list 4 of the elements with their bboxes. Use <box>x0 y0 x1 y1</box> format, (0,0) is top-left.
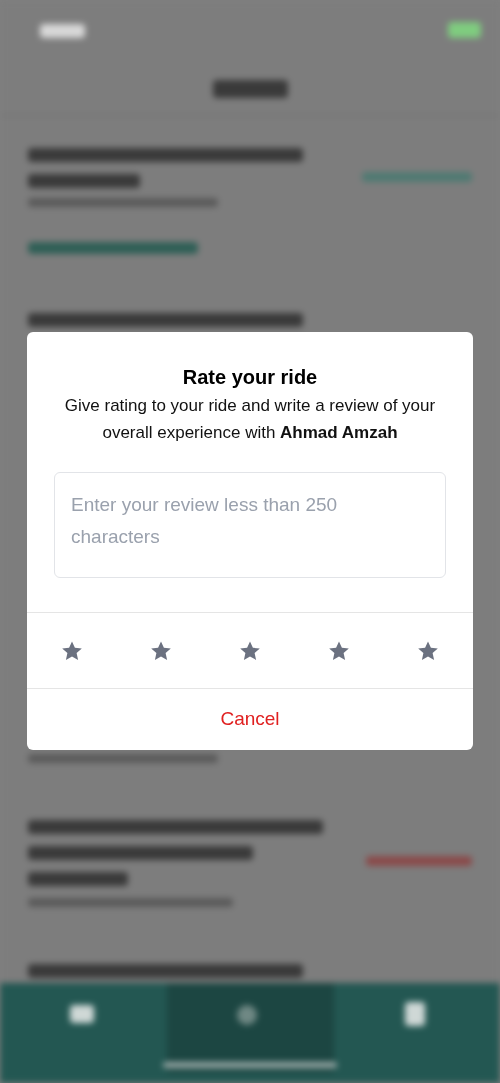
cancel-button[interactable]: Cancel <box>212 701 288 738</box>
dialog-title: Rate your ride <box>182 365 318 390</box>
dialog-message: Give rating to your ride and write a review of your overall experience with Ahmad Amzah <box>63 395 437 444</box>
review-field[interactable]: Enter your review less than 250 characters <box>54 472 446 578</box>
